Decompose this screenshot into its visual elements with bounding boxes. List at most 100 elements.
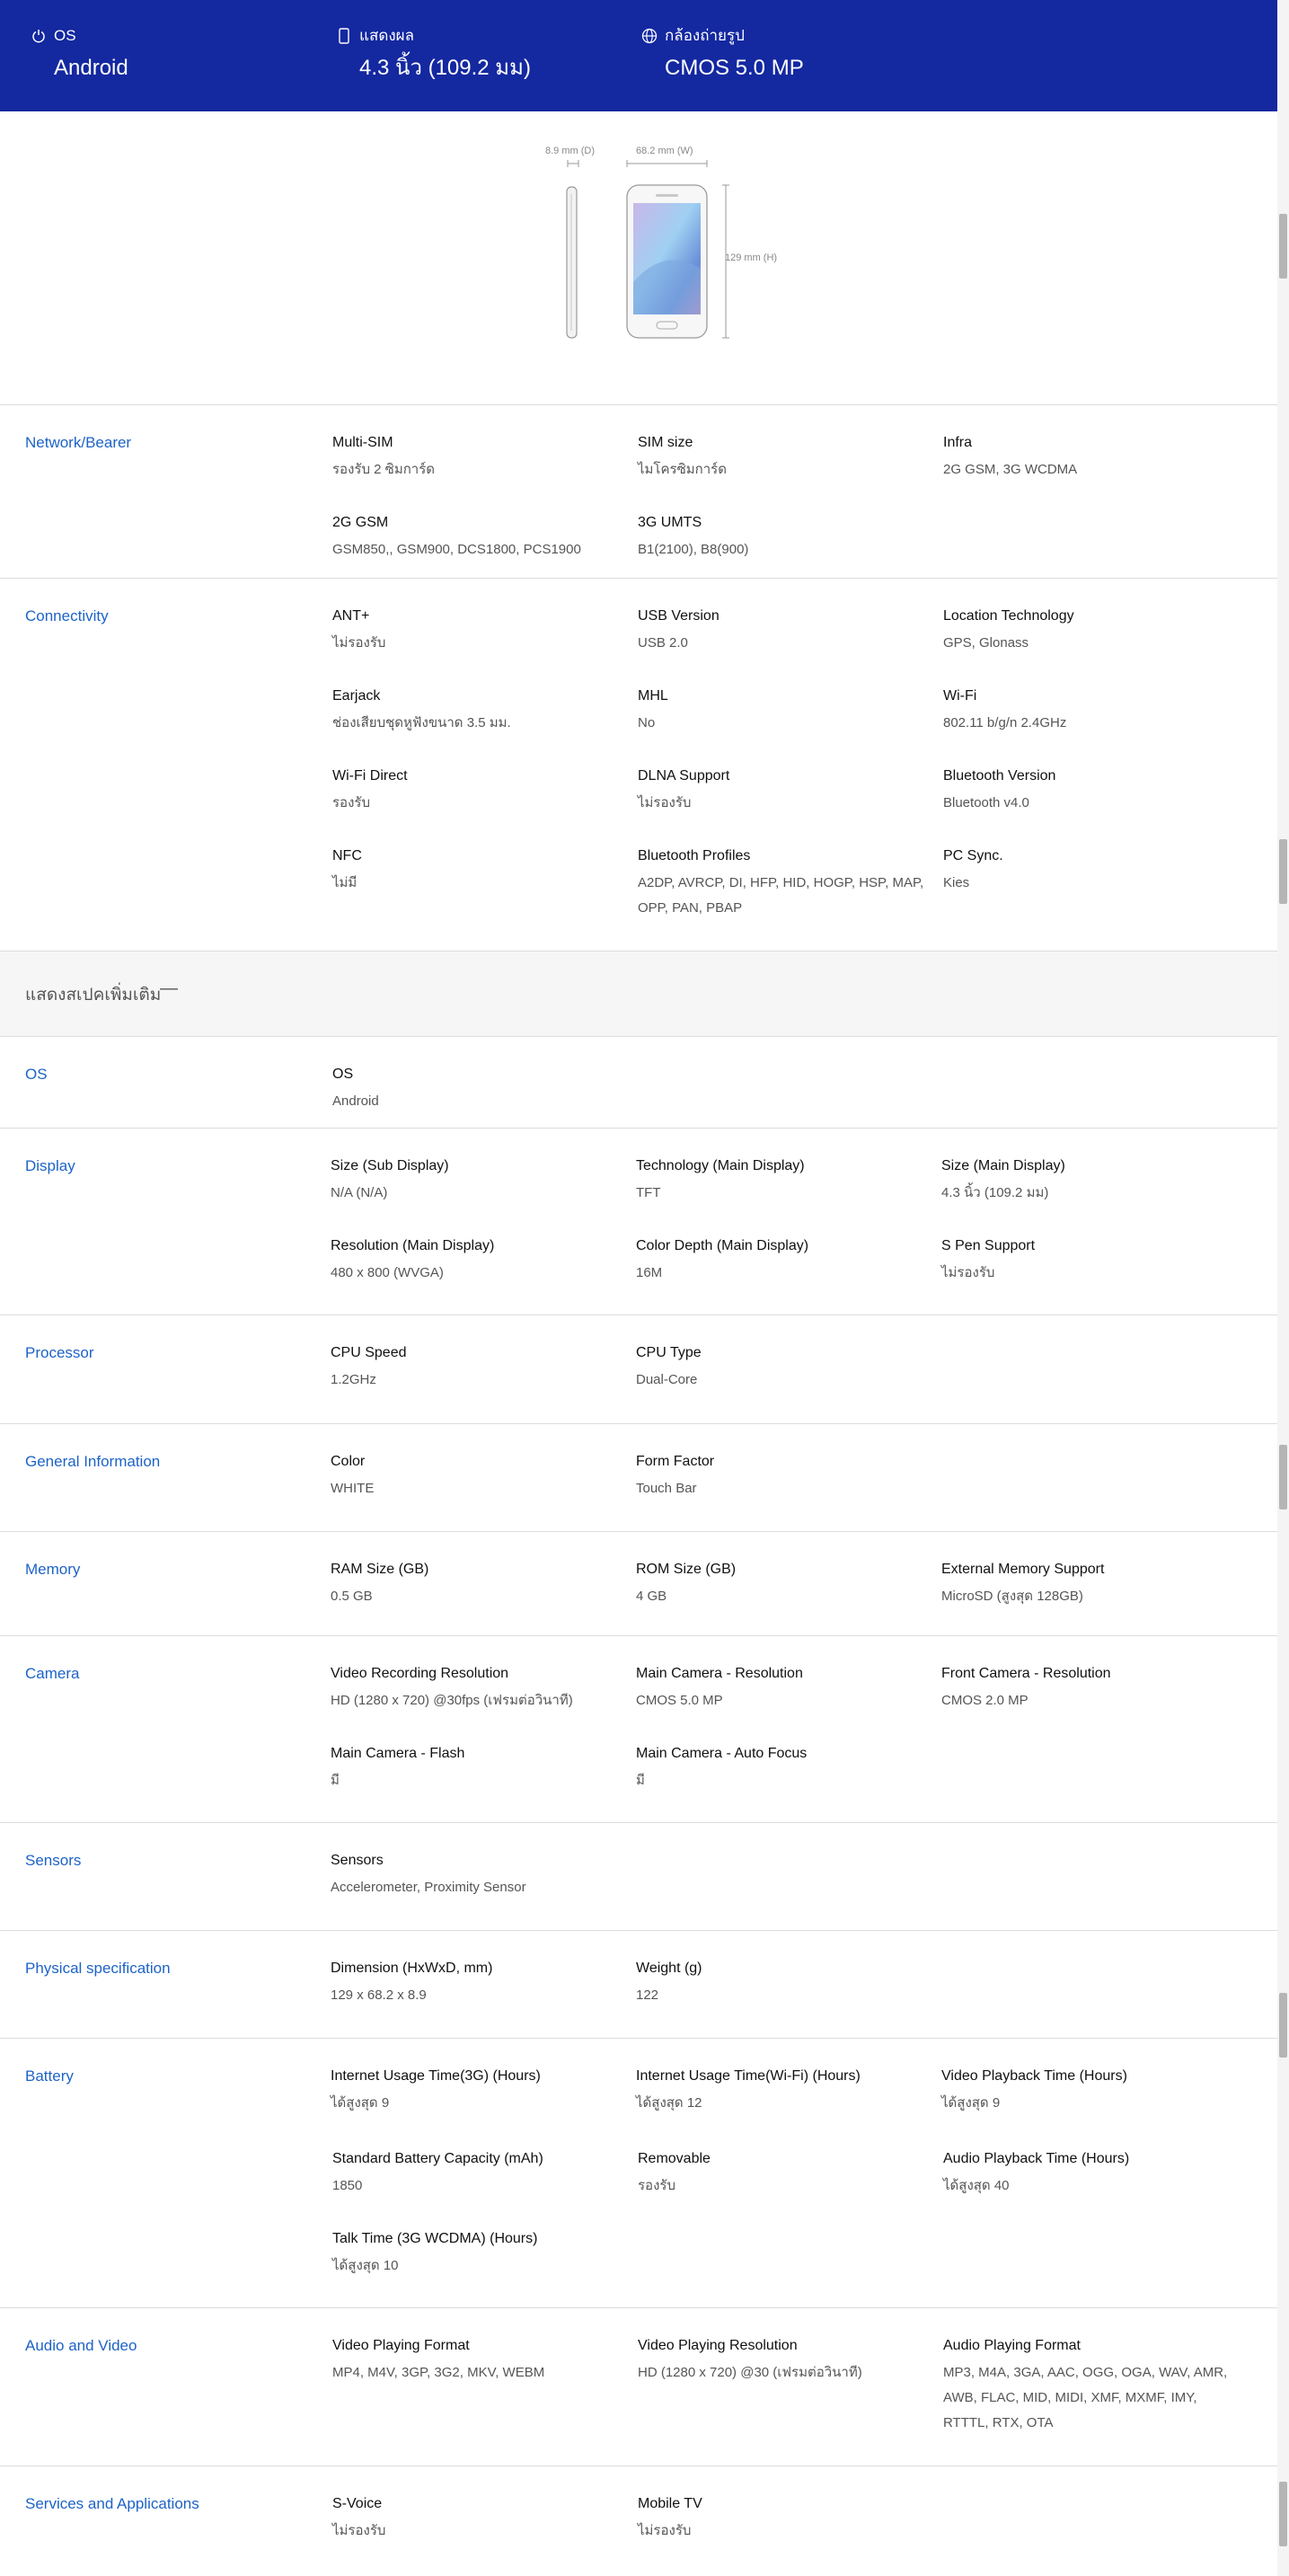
key-spec-value: 4.3 นิ้ว (109.2 มม) bbox=[359, 56, 531, 80]
key-spec-value: CMOS 5.0 MP bbox=[665, 56, 804, 80]
spec-section-processor: Processor CPU Speed 1.2GHz CPU Type Dual-C… bbox=[0, 1315, 1277, 1423]
spec-item: CPU Speed 1.2GHz bbox=[331, 1342, 618, 1393]
spec-item: Bluetooth Version Bluetooth v4.0 bbox=[943, 766, 1231, 816]
scroll-thumb[interactable] bbox=[1279, 839, 1287, 904]
spec-key: Main Camera - Flash bbox=[331, 1746, 465, 1761]
spec-item: 2G GSM GSM850,, GSM900, DCS1800, PCS1900 bbox=[332, 512, 620, 562]
spec-value: 4.3 นิ้ว (109.2 มม) bbox=[941, 1185, 1049, 1200]
spec-value: 2G GSM, 3G WCDMA bbox=[943, 462, 1078, 477]
spec-value: MP3, M4A, 3GA, AAC, OGG, OGA, WAV, AMR, … bbox=[943, 2365, 1228, 2430]
section-title: Connectivity bbox=[25, 607, 109, 624]
spec-key: Weight (g) bbox=[636, 1961, 702, 1976]
spec-key: Form Factor bbox=[636, 1454, 715, 1469]
spec-value: ไม่รองรับ bbox=[638, 2523, 692, 2538]
spec-value: No bbox=[638, 715, 656, 730]
spec-value: TFT bbox=[636, 1185, 661, 1200]
spec-item: Internet Usage Time(Wi-Fi) (Hours) ได้สูง… bbox=[636, 2066, 923, 2116]
spec-key: CPU Speed bbox=[331, 1345, 407, 1360]
spec-item: Wi-Fi Direct รองรับ bbox=[332, 766, 620, 816]
spec-key: Audio Playing Format bbox=[943, 2338, 1081, 2353]
spec-item: Video Playing Format MP4, M4V, 3GP, 3G2, … bbox=[332, 2335, 620, 2386]
spec-value: Dual-Core bbox=[636, 1372, 698, 1387]
scrollbar[interactable] bbox=[1277, 0, 1289, 2576]
spec-section-memory: Memory RAM Size (GB) 0.5 GB ROM Size (GB)… bbox=[0, 1531, 1277, 1635]
spec-section-physical: Physical specification Dimension (HxWxD,… bbox=[0, 1930, 1277, 2038]
spec-key: S-Voice bbox=[332, 2496, 383, 2511]
spec-value: A2DP, AVRCP, DI, HFP, HID, HOGP, HSP, MA… bbox=[638, 875, 924, 916]
spec-key: Sensors bbox=[331, 1853, 384, 1868]
spec-item: 3G UMTS B1(2100), B8(900) bbox=[638, 512, 925, 562]
spec-value: WHITE bbox=[331, 1481, 375, 1496]
spec-value: Bluetooth v4.0 bbox=[943, 795, 1029, 810]
spec-item: SIM size ไมโครซิมการ์ด bbox=[638, 432, 925, 482]
spec-key: Removable bbox=[638, 2151, 711, 2166]
spec-item: CPU Type Dual-Core bbox=[636, 1342, 923, 1393]
spec-key: Earjack bbox=[332, 688, 381, 704]
key-spec-camera: กล้องถ่ายรูป CMOS 5.0 MP bbox=[641, 25, 804, 83]
spec-key: Main Camera - Auto Focus bbox=[636, 1746, 808, 1761]
spec-item: Video Recording Resolution HD (1280 x 720… bbox=[331, 1663, 636, 1713]
spec-key: Color bbox=[331, 1454, 366, 1469]
spec-item: Standard Battery Capacity (mAh) 1850 bbox=[332, 2148, 620, 2199]
spec-item: S Pen Support ไม่รองรับ bbox=[941, 1235, 1229, 1286]
scroll-thumb[interactable] bbox=[1279, 214, 1287, 279]
scroll-thumb[interactable] bbox=[1279, 1993, 1287, 2058]
spec-key: Internet Usage Time(3G) (Hours) bbox=[331, 2068, 541, 2084]
spec-key: Talk Time (3G WCDMA) (Hours) bbox=[332, 2231, 538, 2246]
spec-key: ANT+ bbox=[332, 608, 370, 624]
spec-item: Main Camera - Resolution CMOS 5.0 MP bbox=[636, 1663, 923, 1713]
spec-key: Resolution (Main Display) bbox=[331, 1238, 495, 1253]
spec-value: รองรับ bbox=[332, 795, 370, 810]
spec-key: Color Depth (Main Display) bbox=[636, 1238, 809, 1253]
spec-value: ช่องเสียบชุดหูฟังขนาด 3.5 มม. bbox=[332, 715, 511, 730]
spec-key: Wi-Fi bbox=[943, 688, 977, 704]
spec-key: Main Camera - Resolution bbox=[636, 1666, 803, 1681]
spec-key: Dimension (HxWxD, mm) bbox=[331, 1961, 493, 1976]
scroll-thumb[interactable] bbox=[1279, 2482, 1287, 2546]
spec-key: Audio Playback Time (Hours) bbox=[943, 2151, 1130, 2166]
spec-value: มี bbox=[636, 1773, 645, 1788]
spec-item: Color WHITE bbox=[331, 1451, 618, 1501]
spec-value: Accelerometer, Proximity Sensor bbox=[331, 1880, 526, 1895]
scroll-thumb[interactable] bbox=[1279, 1445, 1287, 1509]
spec-key: Wi-Fi Direct bbox=[332, 768, 408, 783]
spec-key: Standard Battery Capacity (mAh) bbox=[332, 2151, 543, 2166]
spec-key: Video Playback Time (Hours) bbox=[941, 2068, 1127, 2084]
spec-value: ไม่รองรับ bbox=[332, 2523, 386, 2538]
spec-key: S Pen Support bbox=[941, 1238, 1036, 1253]
spec-item: Color Depth (Main Display) 16M bbox=[636, 1235, 923, 1286]
spec-key: Video Playing Format bbox=[332, 2338, 470, 2353]
spec-item: Wi-Fi 802.11 b/g/n 2.4GHz bbox=[943, 686, 1231, 736]
spec-section-services: Services and Applications S-Voice ไม่รองร… bbox=[0, 2465, 1277, 2576]
spec-value: 1850 bbox=[332, 2178, 363, 2193]
show-more-specs-toggle[interactable]: แสดงสเปคเพิ่มเติม — bbox=[0, 951, 1277, 1036]
spec-item: PC Sync. Kies bbox=[943, 845, 1231, 896]
spec-key: Infra bbox=[943, 435, 973, 450]
spec-value: ได้สูงสุด 10 bbox=[332, 2258, 399, 2273]
key-spec-label: กล้องถ่ายรูป bbox=[665, 27, 745, 44]
spec-value: HD (1280 x 720) @30 (เฟรมต่อวินาที) bbox=[638, 2365, 862, 2380]
spec-section-sensors: Sensors Sensors Accelerometer, Proximity … bbox=[0, 1822, 1277, 1930]
spec-value: 16M bbox=[636, 1265, 663, 1280]
minus-icon: — bbox=[160, 978, 178, 998]
spec-key: 3G UMTS bbox=[638, 515, 702, 530]
spec-value: ได้สูงสุด 40 bbox=[943, 2178, 1010, 2193]
spec-value: 1.2GHz bbox=[331, 1372, 376, 1387]
spec-value: 802.11 b/g/n 2.4GHz bbox=[943, 715, 1067, 730]
spec-item: DLNA Support ไม่รองรับ bbox=[638, 766, 925, 816]
spec-item: ANT+ ไม่รองรับ bbox=[332, 606, 620, 656]
spec-value: ไม่รองรับ bbox=[941, 1265, 995, 1280]
spec-item: Main Camera - Flash มี bbox=[331, 1743, 618, 1793]
spec-item: Infra 2G GSM, 3G WCDMA bbox=[943, 432, 1231, 482]
spec-section-display: Display Size (Sub Display) N/A (N/A) Tech… bbox=[0, 1128, 1277, 1315]
section-title: Physical specification bbox=[25, 1960, 171, 1977]
spec-item: Weight (g) 122 bbox=[636, 1958, 923, 2008]
spec-item: Video Playback Time (Hours) ได้สูงสุด 9 bbox=[941, 2066, 1229, 2116]
spec-key: Bluetooth Profiles bbox=[638, 848, 751, 863]
key-spec-label: OS bbox=[54, 27, 76, 44]
section-title: Network/Bearer bbox=[25, 434, 132, 451]
spec-key: Mobile TV bbox=[638, 2496, 702, 2511]
spec-value: ได้สูงสุด 12 bbox=[636, 2095, 702, 2111]
section-title: Memory bbox=[25, 1561, 81, 1578]
spec-section-camera: Camera Video Recording Resolution HD (128… bbox=[0, 1635, 1277, 1822]
